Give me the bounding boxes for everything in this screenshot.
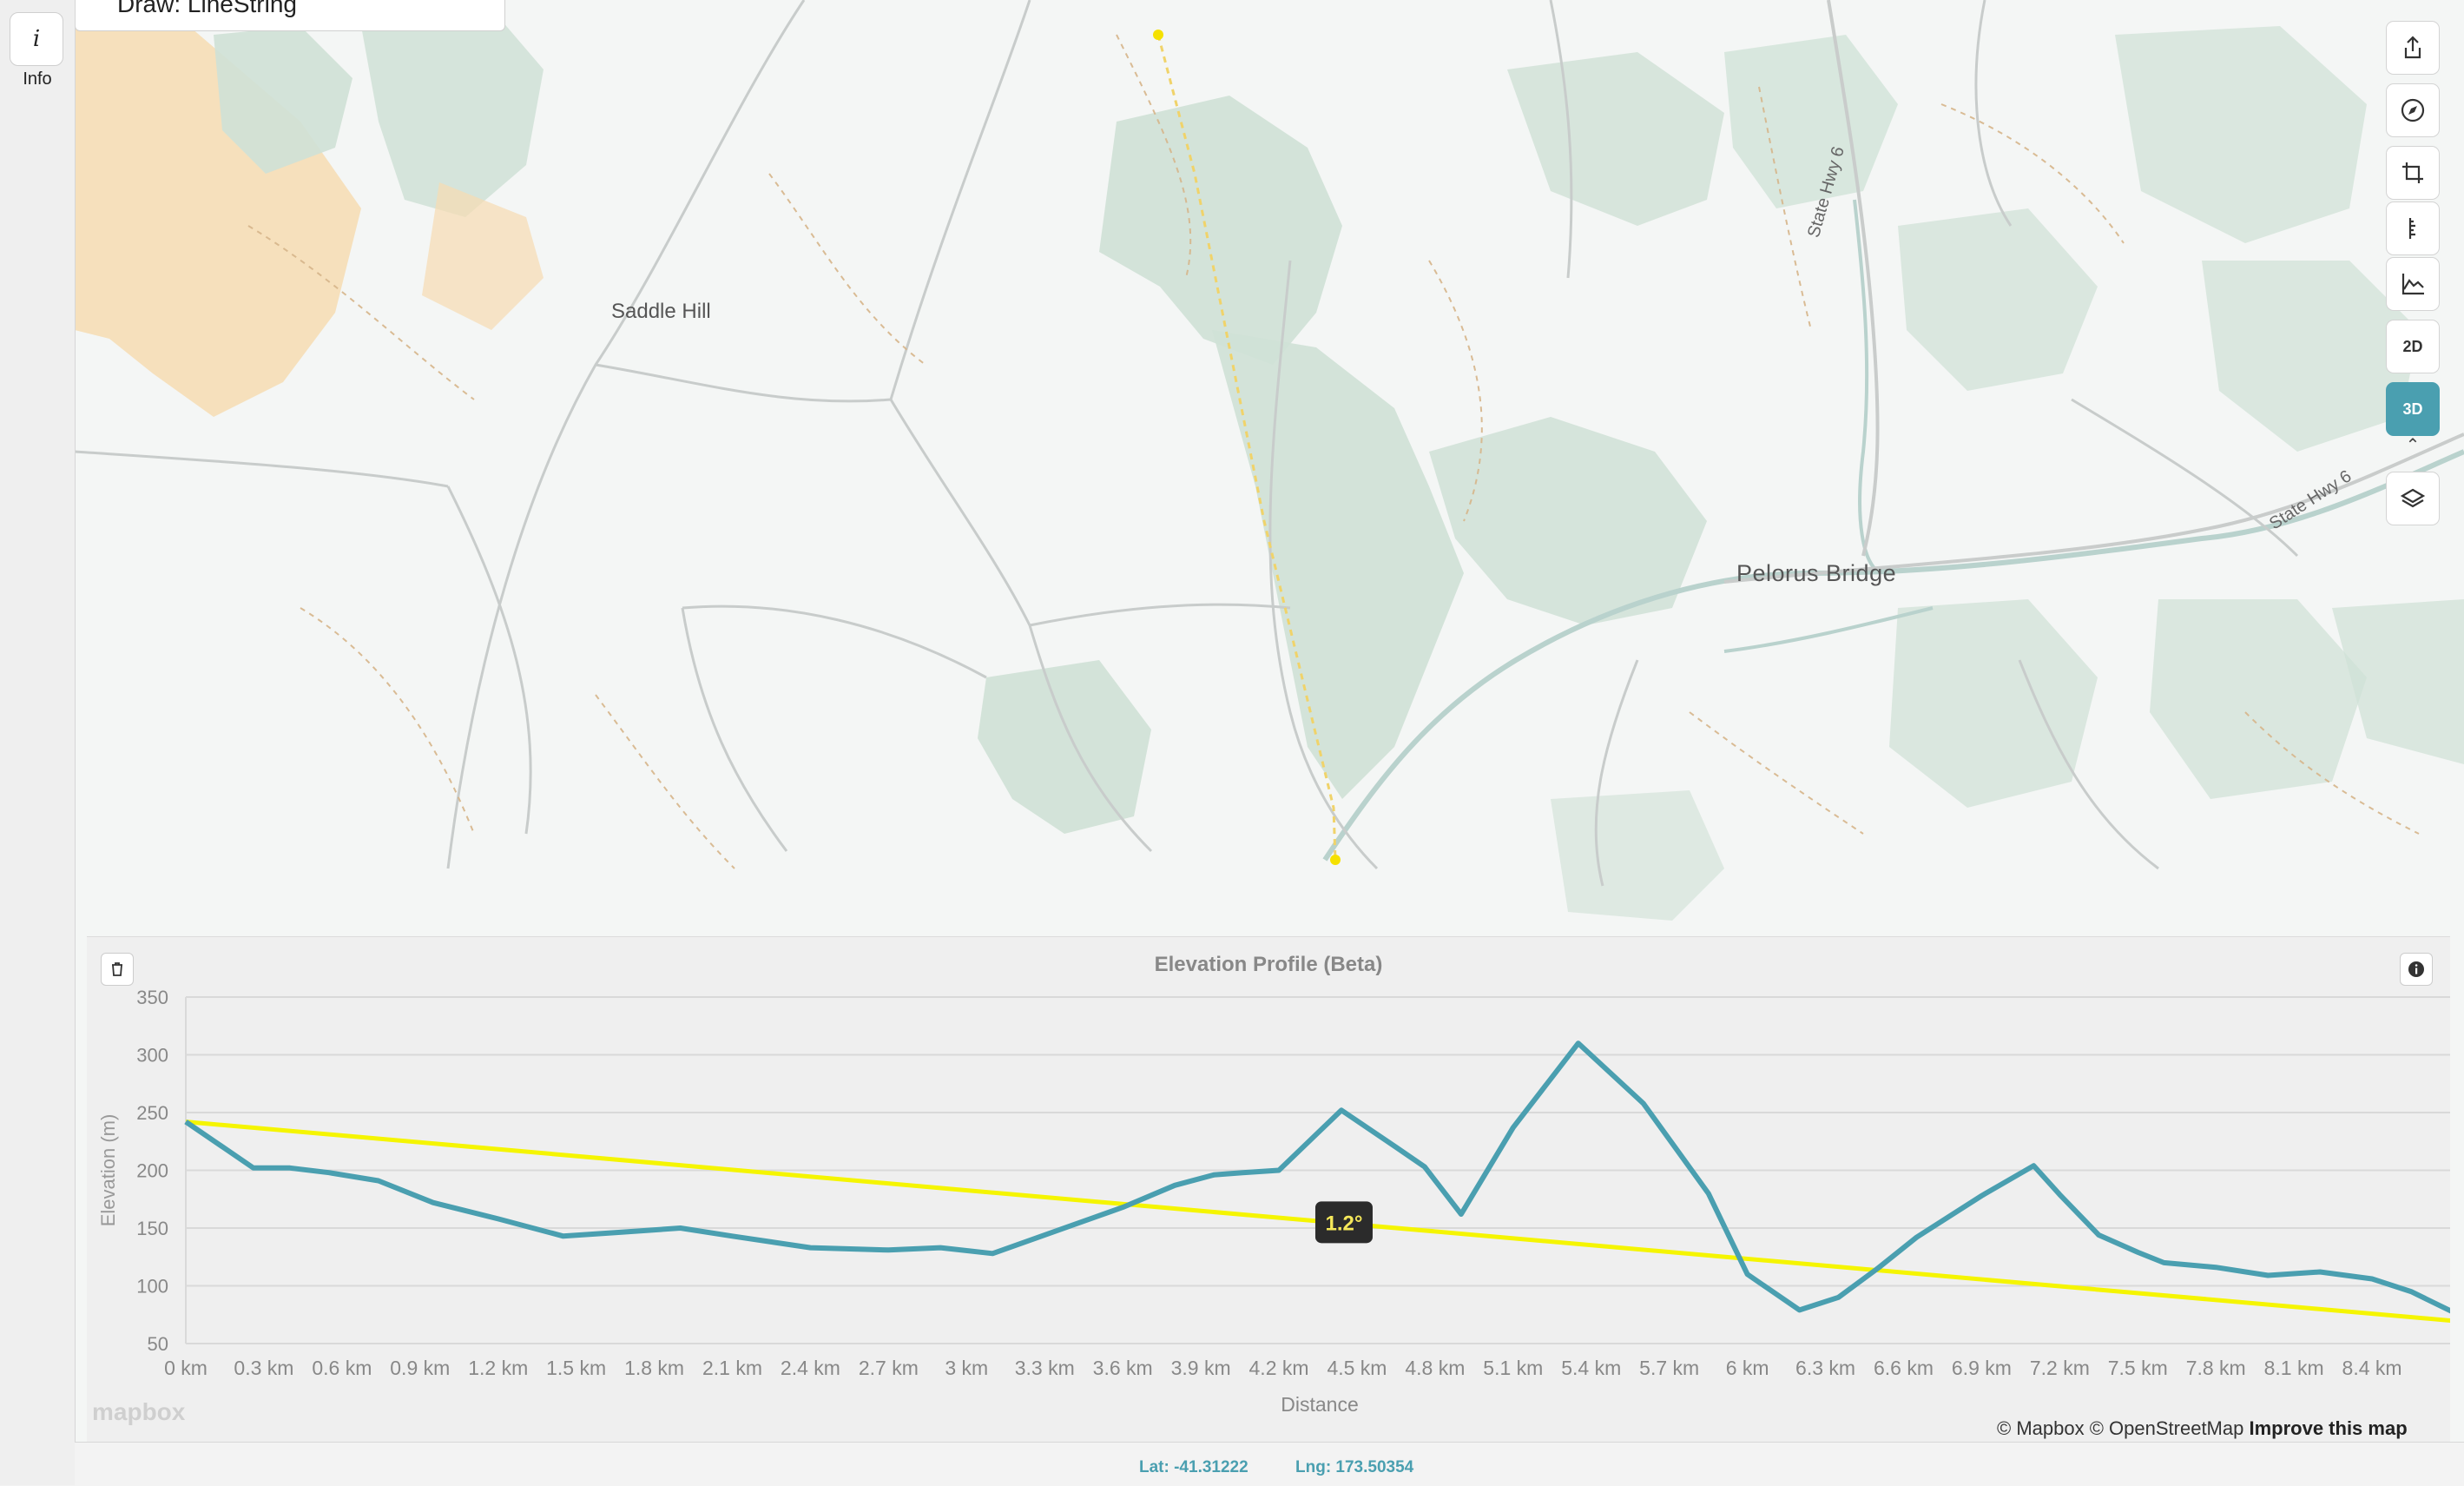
x-tick-label: 8.4 km [2342, 1357, 2402, 1379]
draw-mode-label: Draw: LineString [117, 0, 297, 17]
x-tick-label: 1.8 km [624, 1357, 684, 1379]
x-tick-label: 5.1 km [1483, 1357, 1543, 1379]
longitude-readout: Lng: 173.50354 [1295, 1458, 1414, 1476]
crop-button[interactable] [2386, 146, 2440, 200]
slope-label: 1.2° [1325, 1212, 1362, 1235]
x-tick-label: 4.8 km [1405, 1357, 1465, 1379]
x-tick-label: 6.3 km [1795, 1357, 1855, 1379]
x-tick-label: 5.4 km [1561, 1357, 1621, 1379]
latitude-readout: Lat: -41.31222 [1139, 1458, 1248, 1476]
x-tick-label: 0.3 km [234, 1357, 293, 1379]
elevation-profile-line [184, 1040, 2450, 1314]
y-tick-label: 200 [136, 1160, 168, 1182]
y-tick-label: 250 [136, 1102, 168, 1124]
y-tick-label: 350 [136, 987, 168, 1008]
3d-toggle-button[interactable]: 3D [2386, 382, 2440, 436]
x-tick-label: 2.4 km [781, 1357, 840, 1379]
mapbox-logo: mapbox [92, 1398, 186, 1425]
x-tick-label: 3.6 km [1093, 1357, 1153, 1379]
place-label: Saddle Hill [611, 300, 711, 323]
x-tick-label: 3 km [945, 1357, 988, 1379]
x-tick-label: 5.7 km [1639, 1357, 1699, 1379]
x-tick-label: 1.2 km [468, 1357, 528, 1379]
crop-icon [2402, 162, 2423, 183]
x-tick-label: 4.2 km [1249, 1357, 1309, 1379]
info-label: Info [23, 69, 52, 89]
delete-profile-button[interactable] [101, 953, 134, 986]
chevron-up-icon[interactable]: ⌃ [2401, 437, 2424, 454]
info-button[interactable]: i [10, 12, 63, 66]
2d-toggle-button[interactable]: 2D [2386, 320, 2440, 373]
mapbox-attribution-link[interactable]: © Mapbox [1997, 1417, 2085, 1439]
ruler-button[interactable] [2386, 201, 2440, 255]
x-tick-label: 8.1 km [2264, 1357, 2324, 1379]
x-tick-label: 3.3 km [1015, 1357, 1075, 1379]
layers-icon [2400, 488, 2426, 508]
x-tick-label: 4.5 km [1327, 1357, 1387, 1379]
layers-button[interactable] [2386, 472, 2440, 525]
x-tick-label: 0.6 km [312, 1357, 372, 1379]
x-tick-label: 6.6 km [1874, 1357, 1934, 1379]
x-tick-label: 6.9 km [1952, 1357, 2012, 1379]
elevation-info-button[interactable] [2400, 953, 2433, 986]
x-tick-label: 6 km [1726, 1357, 1769, 1379]
ruler-icon [2408, 218, 2415, 239]
y-axis-title: Elevation (m) [97, 1114, 119, 1227]
info-icon: i [32, 26, 41, 52]
2d-label: 2D [2402, 337, 2423, 355]
elevation-profile-panel: 50 100 150 200 250 300 350 0 km 0.3 km 0.6 km 0.9 … [87, 936, 2450, 1443]
compass-button[interactable] [2386, 83, 2440, 137]
x-tick-label: 3.9 km [1171, 1357, 1231, 1379]
y-tick-label: 300 [136, 1045, 168, 1067]
x-tick-label: 1.5 km [546, 1357, 606, 1379]
compass-icon [2401, 98, 2425, 122]
improve-map-link[interactable]: Improve this map [2249, 1417, 2407, 1439]
x-tick-label: 7.2 km [2030, 1357, 2090, 1379]
map-attribution: © Mapbox © OpenStreetMap Improve this ma… [1997, 1417, 2408, 1440]
x-axis-title: Distance [1281, 1393, 1358, 1416]
x-tick-label: 0.9 km [390, 1357, 450, 1379]
elevation-panel-title: Elevation Profile (Beta) [1154, 953, 1383, 976]
share-icon [2404, 36, 2421, 59]
trash-icon [112, 962, 122, 976]
elevation-chart: 50 100 150 200 250 300 350 0 km 0.3 km 0.6 km 0.9 … [97, 987, 2450, 1416]
info-circle-icon [2408, 961, 2424, 977]
y-tick-label: 100 [136, 1276, 168, 1298]
place-label: Pelorus Bridge [1736, 560, 1897, 586]
share-button[interactable] [2386, 21, 2440, 75]
osm-attribution-link[interactable]: © OpenStreetMap [2090, 1417, 2244, 1439]
elevation-profile-button[interactable] [2386, 257, 2440, 311]
x-tick-label: 2.7 km [859, 1357, 919, 1379]
x-tick-label: 7.8 km [2186, 1357, 2246, 1379]
status-bar: Lat: -41.31222 Lng: 173.50354 [75, 1442, 2464, 1486]
draw-mode-panel: Draw: LineString [75, 0, 505, 31]
y-tick-label: 50 [148, 1333, 168, 1355]
3d-label: 3D [2402, 400, 2423, 418]
y-tick-label: 150 [136, 1218, 168, 1239]
elevation-profile-icon [2401, 274, 2424, 295]
x-tick-label: 2.1 km [702, 1357, 762, 1379]
x-tick-label: 7.5 km [2108, 1357, 2168, 1379]
left-sidebar: i Info [0, 0, 76, 1485]
x-tick-label: 0 km [164, 1357, 208, 1379]
